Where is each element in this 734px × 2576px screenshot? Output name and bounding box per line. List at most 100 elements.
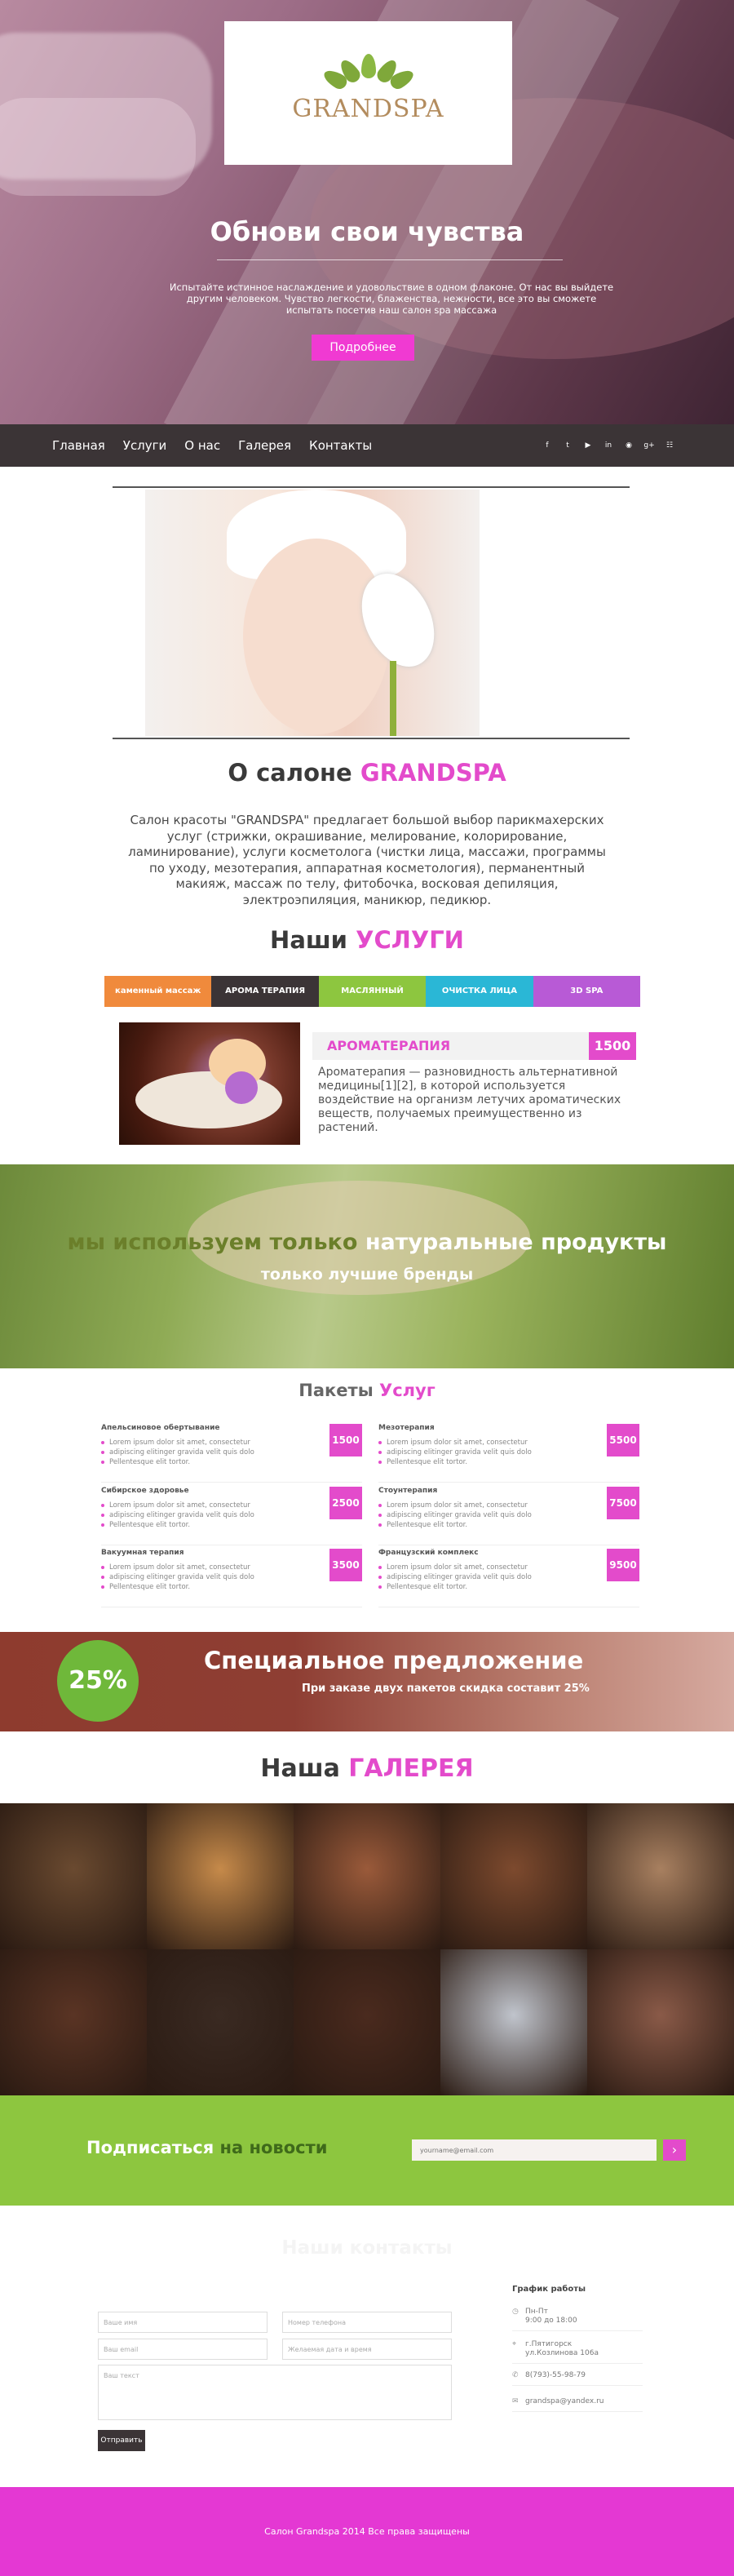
package-feature: Lorem ipsum dolor sit amet, consectetur <box>101 1563 362 1572</box>
subscribe-section: Подписаться на новости › <box>0 2095 734 2206</box>
package-feature: Pellentesque elit tortor. <box>378 1520 639 1530</box>
contact-icon: ✆ <box>512 2371 519 2379</box>
schedule-title: График работы <box>512 2285 586 2294</box>
social-icon[interactable]: ◉ <box>623 440 635 451</box>
gallery-image[interactable] <box>587 1803 734 1949</box>
package-name: Мезотерапия <box>378 1424 435 1432</box>
gallery-image[interactable] <box>440 1803 587 1949</box>
package-feature: adipiscing elitinger gravida velit quis … <box>378 1448 639 1457</box>
gallery-title: Наша ГАЛЕРЕЯ <box>260 1754 474 1783</box>
more-button[interactable]: Подробнее <box>312 335 414 361</box>
package-features: Lorem ipsum dolor sit amet, consectetur a… <box>101 1501 362 1530</box>
package-features: Lorem ipsum dolor sit amet, consectetur a… <box>378 1438 639 1467</box>
aromatherapy-image <box>119 1022 300 1145</box>
service-tab[interactable]: АРОМА ТЕРАПИЯ <box>211 976 319 1007</box>
contact-info-item: ◷ Пн-Пт 9:00 до 18:00 <box>512 2308 643 2331</box>
datetime-field[interactable]: Желаемая дата и время <box>282 2339 452 2360</box>
nav-item[interactable]: О нас <box>184 424 220 467</box>
leaves-icon <box>320 52 418 93</box>
message-textarea[interactable]: Ваш текст <box>98 2365 452 2420</box>
gallery-image[interactable] <box>0 1803 147 1949</box>
service-description: Ароматерапия — разновидность альтернатив… <box>318 1066 621 1134</box>
package-feature: Pellentesque elit tortor. <box>378 1582 639 1592</box>
natural-subtitle: только лучшие бренды <box>260 1266 474 1284</box>
hero-section: GRANDSPA Обнови свои чувства Испытайте и… <box>0 0 734 424</box>
contact-info-item: ⌖ г.Пятигорск ул.Козлинова 106а <box>512 2340 643 2364</box>
nav-item[interactable]: Контакты <box>309 424 372 467</box>
social-icon[interactable]: in <box>603 440 614 451</box>
contact-icon: ⌖ <box>512 2340 517 2348</box>
social-icon[interactable]: t <box>562 440 573 451</box>
gallery-image[interactable] <box>440 1949 587 2095</box>
package-feature: Pellentesque elit tortor. <box>101 1520 362 1530</box>
gallery-image[interactable] <box>147 1803 294 1949</box>
subscribe-button[interactable]: › <box>663 2139 686 2161</box>
email-field[interactable]: Ваш email <box>98 2339 268 2360</box>
social-icon[interactable]: f <box>542 440 553 451</box>
package-features: Lorem ipsum dolor sit amet, consectetur a… <box>101 1563 362 1592</box>
service-tab[interactable]: каменный массаж <box>104 976 212 1007</box>
package-feature: Lorem ipsum dolor sit amet, consectetur <box>378 1438 639 1448</box>
contacts-title: Наши контакты <box>281 2237 453 2259</box>
package-item: Апельсиновое обертывание Lorem ipsum dolo… <box>101 1424 362 1483</box>
package-price: 9500 <box>607 1549 639 1581</box>
main-nav: Главная Услуги О нас Галерея Контакты f t ▶ in ◉… <box>0 424 734 467</box>
package-feature: Lorem ipsum dolor sit amet, consectetur <box>378 1501 639 1510</box>
contact-text: 8(793)-55-98-79 <box>525 2371 586 2379</box>
gallery-image[interactable] <box>0 1949 147 2095</box>
hero-text: Испытайте истинное наслаждение и удоволь… <box>169 282 614 316</box>
package-feature: adipiscing elitinger gravida velit quis … <box>378 1510 639 1520</box>
gallery-grid <box>0 1803 734 2095</box>
package-feature: adipiscing elitinger gravida velit quis … <box>101 1572 362 1582</box>
package-price: 3500 <box>329 1549 362 1581</box>
social-icon[interactable]: g+ <box>643 440 655 451</box>
social-icon[interactable]: ▶ <box>582 440 594 451</box>
towels-image-2 <box>0 98 196 196</box>
gallery-image[interactable] <box>147 1949 294 2095</box>
gallery-image[interactable] <box>294 1803 440 1949</box>
contact-text: grandspa@yandex.ru <box>525 2397 604 2405</box>
natural-products-banner: мы используем только натуральные продукт… <box>0 1164 734 1368</box>
package-item: Сибирское здоровье Lorem ipsum dolor sit … <box>101 1487 362 1545</box>
nav-item[interactable]: Услуги <box>123 424 166 467</box>
nav-item[interactable]: Галерея <box>238 424 291 467</box>
nav-item[interactable]: Главная <box>52 424 105 467</box>
service-tab[interactable]: ОЧИСТКА ЛИЦА <box>426 976 533 1007</box>
package-name: Вакуумная терапия <box>101 1549 184 1557</box>
offer-title: Специальное предложение <box>204 1647 584 1674</box>
package-feature: adipiscing elitinger gravida velit quis … <box>101 1448 362 1457</box>
logo[interactable]: GRANDSPA <box>224 21 512 165</box>
hero-title: Обнови свои чувства <box>210 216 524 247</box>
package-name: Французский комплекс <box>378 1549 479 1557</box>
name-field[interactable]: Ваше имя <box>98 2312 268 2333</box>
gallery-image[interactable] <box>587 1949 734 2095</box>
candle-icon <box>225 1071 258 1104</box>
natural-title: мы используем только натуральные продукт… <box>67 1230 667 1255</box>
package-feature: Lorem ipsum dolor sit amet, consectetur <box>378 1563 639 1572</box>
about-image-frame <box>113 486 630 739</box>
package-name: Сибирское здоровье <box>101 1487 189 1495</box>
discount-badge: 25% <box>57 1640 139 1722</box>
contact-icon: ◷ <box>512 2308 519 2316</box>
service-tab[interactable]: МАСЛЯННЫЙ МАССАЖ <box>318 976 427 1026</box>
gallery-image[interactable] <box>294 1949 440 2095</box>
contact-info-item: ✆ 8(793)-55-98-79 <box>512 2371 643 2386</box>
package-price: 2500 <box>329 1487 362 1519</box>
send-button[interactable]: Отправить <box>98 2430 145 2451</box>
social-icon[interactable]: ☷ <box>664 440 675 451</box>
subscribe-email-input[interactable] <box>412 2139 657 2161</box>
logo-text: GRANDSPA <box>292 95 444 123</box>
package-price: 5500 <box>607 1424 639 1456</box>
package-name: Апельсиновое обертывание <box>101 1424 220 1432</box>
package-item: Вакуумная терапия Lorem ipsum dolor sit a… <box>101 1549 362 1607</box>
service-tab[interactable]: 3D SPA <box>533 976 641 1007</box>
offer-text: При заказе двух пакетов скидка составит … <box>302 1683 590 1695</box>
package-name: Стоунтерапия <box>378 1487 438 1495</box>
special-offer-banner: 25% Специальное предложение При заказе д… <box>0 1632 734 1731</box>
service-price: 1500 <box>589 1032 636 1060</box>
about-title: О салоне GRANDSPA <box>228 759 506 787</box>
package-feature: Pellentesque elit tortor. <box>101 1582 362 1592</box>
phone-field[interactable]: Номер телефона <box>282 2312 452 2333</box>
package-price: 1500 <box>329 1424 362 1456</box>
plate-shape <box>135 1071 282 1128</box>
